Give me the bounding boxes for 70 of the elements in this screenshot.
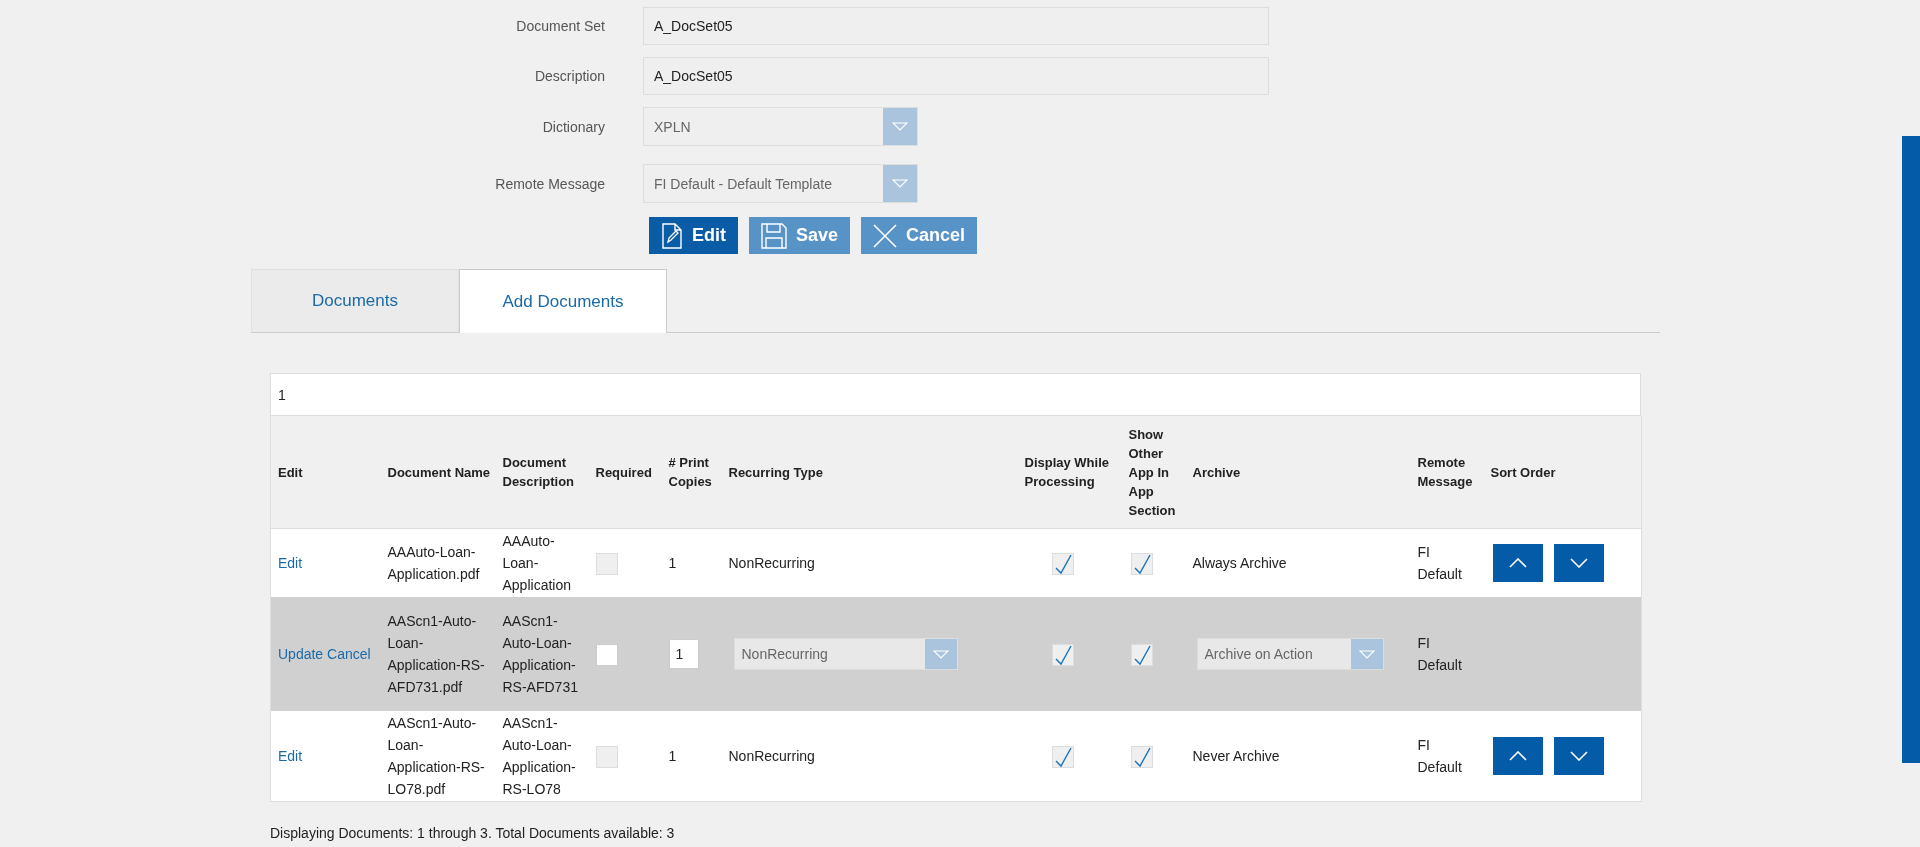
column-header: Sort Order [1483, 416, 1642, 529]
chevron-up-icon [1508, 751, 1527, 761]
edit-link[interactable]: Edit [278, 555, 303, 571]
table-cell: AAScn1-Auto-Loan-Application-RS-AFD731.pdf [380, 597, 496, 711]
checkbox[interactable] [595, 745, 618, 768]
column-header: Required [588, 416, 662, 529]
chevron-down-icon [1569, 558, 1588, 568]
field-label: Document Set [515, 18, 605, 34]
column-header: Remote Message [1410, 416, 1484, 529]
column-header: Document Name [380, 416, 496, 529]
column-header: Show Other App In App Section [1121, 416, 1186, 529]
move-up-button[interactable] [1492, 737, 1543, 775]
checkbox[interactable] [1051, 643, 1074, 666]
column-header: Recurring Type [721, 416, 1018, 529]
record-count-text: Displaying Documents: 1 through 3. Total Documents available: 3 [270, 825, 676, 841]
input-field[interactable]: A_DocSet05 [643, 57, 1269, 95]
table-cell: FI Default [1410, 711, 1484, 802]
caret-icon [892, 122, 908, 131]
tab[interactable]: Documents [251, 269, 459, 332]
chevron-down-icon [1569, 751, 1588, 761]
column-header: Edit [270, 416, 381, 529]
table-cell: Always Archive [1185, 528, 1411, 597]
caret-icon [932, 649, 949, 659]
row-action-link[interactable]: Update [278, 646, 324, 662]
table-cell: Never Archive [1185, 711, 1411, 802]
tab[interactable]: Add Documents [459, 269, 667, 333]
table-cell: FI Default [1410, 597, 1484, 711]
field-label: Description [533, 68, 605, 84]
column-header: # Print Copies [661, 416, 722, 529]
table-cell: AAAuto-Loan-Application.pdf [380, 528, 496, 597]
dropdown[interactable]: FI Default - Default Template [643, 164, 918, 203]
table-cell: NonRecurring [721, 528, 1018, 597]
close-icon [873, 223, 898, 248]
table-cell: 1 [661, 711, 722, 802]
page-number[interactable]: 1 [270, 373, 1641, 416]
table-cell: NonRecurring [721, 711, 1018, 802]
field-label: Remote Message [494, 175, 605, 192]
column-header: Archive [1185, 416, 1411, 529]
table-cell: FI Default [1410, 528, 1484, 597]
field-label: Dictionary [541, 118, 605, 135]
checkbox[interactable] [1051, 745, 1074, 768]
table-cell: AAAuto-Loan-Application [495, 528, 589, 597]
table-cell: AAScn1-Auto-Loan-Application-RS-LO78 [495, 711, 589, 802]
move-down-button[interactable] [1553, 544, 1604, 582]
pencil-document-icon [661, 222, 683, 249]
scrollbar[interactable] [1902, 136, 1920, 763]
checkbox[interactable] [595, 643, 618, 666]
checkbox[interactable] [1130, 552, 1153, 575]
dropdown[interactable]: Archive on Action [1196, 638, 1384, 670]
row-action-link[interactable]: Cancel [327, 646, 371, 662]
dropdown[interactable]: XPLN [643, 107, 918, 146]
chevron-up-icon [1508, 558, 1527, 568]
caret-icon [1358, 649, 1375, 659]
column-header: Display While Processing [1017, 416, 1122, 529]
checkbox[interactable] [595, 552, 618, 575]
edit-button[interactable]: Edit [649, 217, 738, 254]
checkbox[interactable] [1130, 745, 1153, 768]
input-field[interactable]: 1 [668, 639, 699, 669]
edit-link[interactable]: Edit [278, 748, 303, 764]
checkbox[interactable] [1051, 552, 1074, 575]
input-field[interactable]: A_DocSet05 [643, 7, 1269, 45]
move-down-button[interactable] [1553, 737, 1604, 775]
column-header: Document Description [495, 416, 589, 529]
move-up-button[interactable] [1492, 544, 1543, 582]
table-cell: 1 [661, 528, 722, 597]
table-cell: AAScn1-Auto-Loan-Application-RS-AFD731 [495, 597, 589, 711]
caret-icon [892, 179, 908, 188]
checkbox[interactable] [1130, 643, 1153, 666]
dropdown[interactable]: NonRecurring [733, 638, 958, 670]
table-cell: AAScn1-Auto-Loan-Application-RS-LO78.pdf [380, 711, 496, 802]
